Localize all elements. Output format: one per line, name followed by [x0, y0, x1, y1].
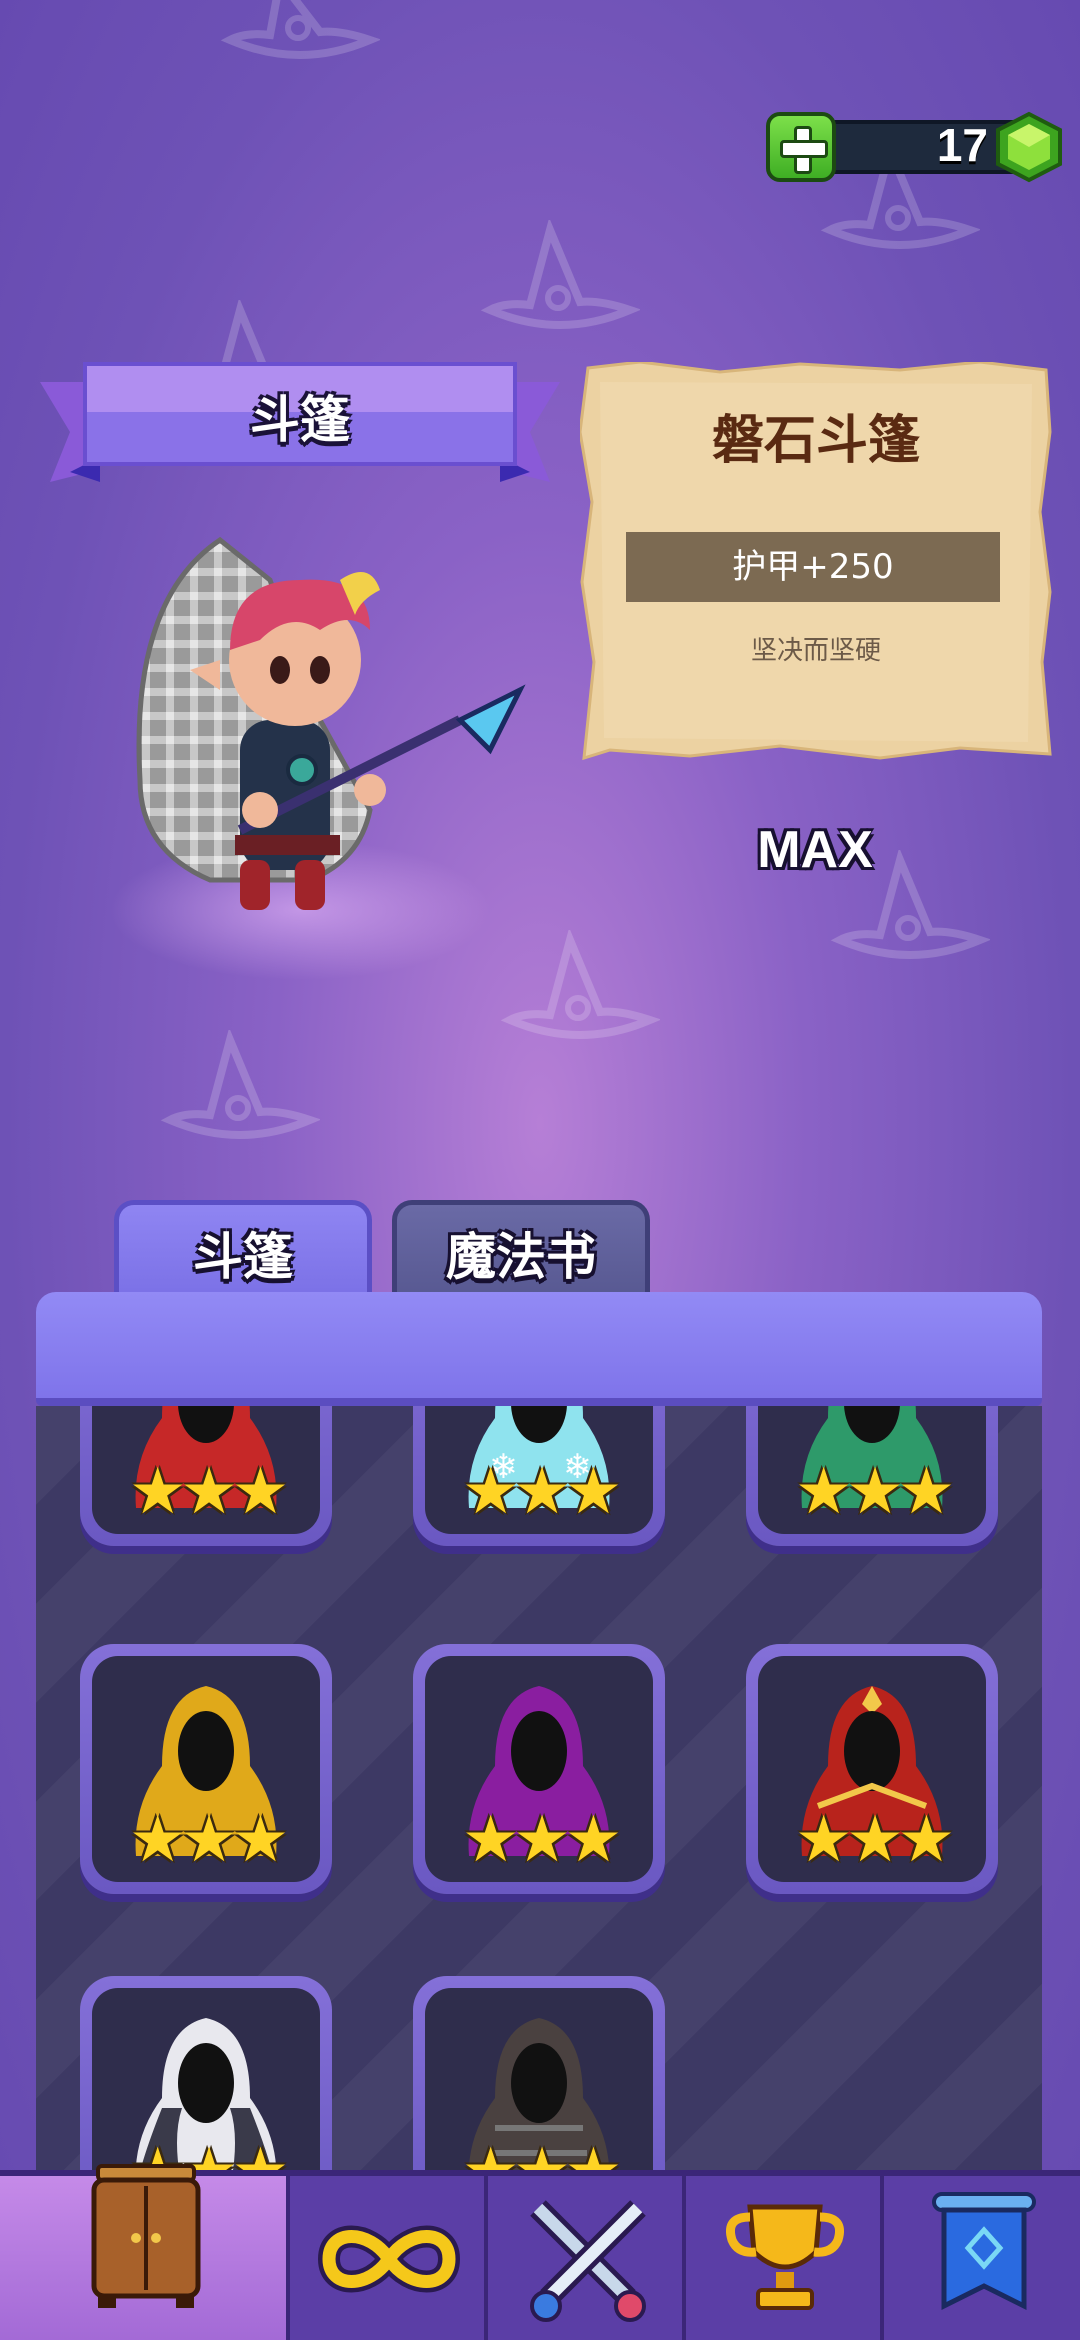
cloak-slot-inner: ★★★	[758, 1406, 986, 1534]
cloak-slot-inner: ★★★	[425, 1656, 653, 1882]
level-max-label: MAX	[757, 821, 873, 879]
item-name: 磐石斗篷	[711, 411, 920, 471]
nav-wardrobe[interactable]	[0, 2164, 286, 2340]
star-rating: ★★★	[794, 1803, 955, 1877]
nav-endless[interactable]	[286, 2176, 484, 2340]
cloak-slot[interactable]: ★★★	[746, 1644, 998, 1894]
hat-watermark-icon	[220, 0, 380, 59]
nav-battle[interactable]	[484, 2176, 682, 2340]
infinity-icon	[317, 2225, 461, 2293]
cloak-slot[interactable]: ★★★	[413, 1644, 665, 1894]
cloak-slot[interactable]: ★★★	[80, 1406, 332, 1546]
category-title: 斗篷	[250, 391, 350, 449]
gem-counter: 17	[766, 111, 1066, 183]
star-rating: ★★★	[461, 1455, 622, 1529]
category-ribbon: 斗篷	[40, 362, 560, 492]
cloak-slot-inner: ★★★	[758, 1656, 986, 1882]
cloak-slot[interactable]: ★★★	[413, 1976, 665, 2186]
crossed-swords-icon	[530, 2200, 646, 2322]
cloak-slot-inner: ★★★	[425, 1988, 653, 2186]
gem-count: 17	[936, 119, 988, 171]
star-rating: ★★★	[794, 1455, 955, 1529]
nav-leaderboard[interactable]	[682, 2176, 880, 2340]
tab-spellbooks[interactable]: 魔法书	[392, 1200, 650, 1300]
trophy-icon	[726, 2204, 844, 2310]
star-rating: ★★★	[461, 1803, 622, 1877]
wardrobe-icon	[91, 2164, 201, 2308]
hero-character	[110, 536, 526, 980]
cloak-slot[interactable]: ❄ ❄ ★★★	[413, 1406, 665, 1546]
cloak-slot-inner: ★★★	[92, 1406, 320, 1534]
banner-icon	[932, 2192, 1036, 2311]
add-gems-button[interactable]	[766, 112, 836, 182]
hat-watermark-icon	[160, 1030, 320, 1139]
item-info-card: 磐石斗篷 护甲+250 坚决而坚硬	[580, 362, 1052, 762]
star-rating: ★★★	[128, 1455, 289, 1529]
gem-icon	[996, 111, 1062, 183]
cloak-slot-inner: ❄ ❄ ★★★	[425, 1406, 653, 1534]
cloak-slot-inner: ★★★	[92, 1656, 320, 1882]
cloak-grid: ★★★ ❄ ❄ ★★★ ★★★ ★★★ ★★★ ★★★ ★★★ ★★★	[36, 1406, 1042, 2186]
inventory-panel-header	[36, 1292, 1042, 1406]
star-rating: ★★★	[128, 1803, 289, 1877]
item-stat: 护甲+250	[626, 532, 1000, 602]
cloak-slot[interactable]: ★★★	[746, 1406, 998, 1546]
hat-watermark-icon	[480, 220, 640, 329]
tab-cloaks[interactable]: 斗篷	[114, 1200, 372, 1300]
cloak-slot[interactable]: ★★★	[80, 1644, 332, 1894]
nav-guild[interactable]	[880, 2176, 1080, 2340]
item-description: 坚决而坚硬	[750, 636, 881, 666]
bottom-nav	[0, 2164, 1080, 2340]
